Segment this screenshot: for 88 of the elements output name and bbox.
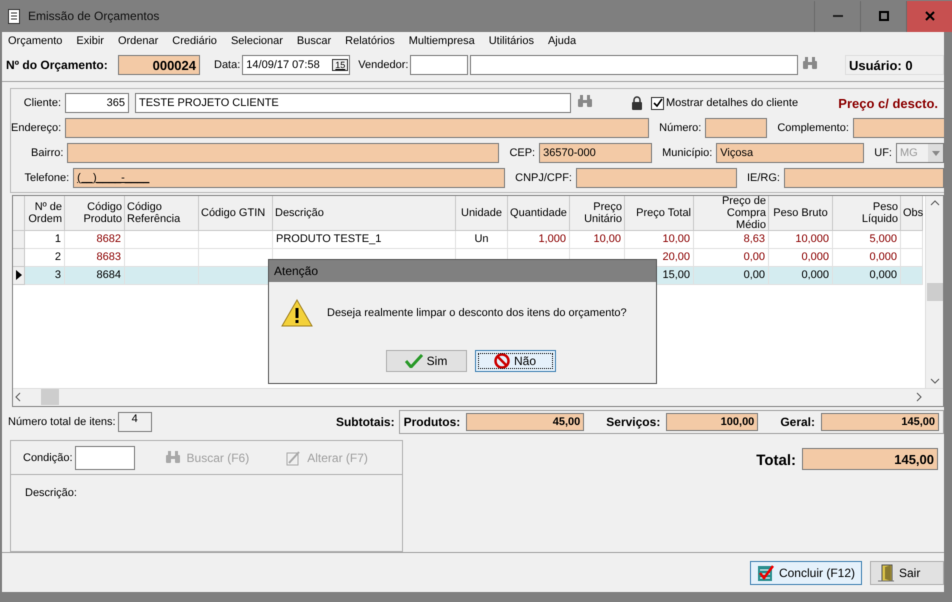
column-header[interactable]: Código Produto: [65, 196, 125, 231]
table-cell: 2: [25, 248, 65, 267]
price-mode-label: Preço c/ descto.: [838, 96, 939, 111]
table-cell: 0,000: [769, 266, 833, 285]
menu-item[interactable]: Ajuda: [548, 34, 576, 47]
column-header[interactable]: Peso Líquido: [833, 196, 901, 231]
client-label: Cliente:: [22, 97, 62, 110]
table-cell: 1: [25, 230, 65, 249]
column-header[interactable]: Unidade: [456, 196, 508, 231]
table-cell: 8682: [65, 230, 125, 249]
subtotal-field: 45,00: [466, 412, 584, 430]
column-header[interactable]: Peso Bruto: [769, 196, 833, 231]
menu-item[interactable]: Ordenar: [118, 34, 158, 47]
calendar-button[interactable]: 15: [332, 59, 348, 72]
column-header[interactable]: Código Referência: [125, 196, 199, 231]
field-label: IE/RG:: [746, 172, 781, 184]
subtotal-field: 100,00: [666, 412, 758, 430]
seller-label: Vendedor:: [358, 59, 410, 72]
menu-item[interactable]: Buscar: [296, 34, 332, 47]
date-field[interactable]: 14/09/17 07:58 15: [242, 55, 350, 76]
client-code-field[interactable]: 365: [65, 93, 129, 114]
subtotal-label: Serviços:: [606, 414, 660, 428]
order-number-field[interactable]: 000024: [118, 55, 200, 76]
column-header[interactable]: Preço Unitário: [570, 196, 625, 231]
field-label: UF:: [874, 147, 893, 160]
table-cell: 5,000: [833, 230, 901, 249]
menu-item[interactable]: Exibir: [76, 34, 104, 47]
table-cell: 0,000: [833, 266, 901, 285]
order-number-label: Nº do Orçamento:: [6, 58, 109, 72]
description-label: Descrição:: [25, 487, 78, 500]
field-label: Município:: [662, 147, 714, 160]
column-header[interactable]: Descrição: [273, 196, 456, 231]
table-cell: 8684: [65, 266, 125, 285]
confirm-button[interactable]: Concluir (F12): [750, 560, 862, 585]
total-field: 145,00: [802, 448, 938, 470]
menu-item[interactable]: Orçamento: [8, 34, 62, 47]
items-count-label: Número total de itens:: [8, 416, 117, 428]
table-cell: 10,000: [769, 230, 833, 249]
text-field[interactable]: (__)____-____: [73, 168, 506, 188]
field-label: Bairro:: [30, 147, 64, 160]
table-cell: 0,00: [694, 266, 769, 285]
field-label: CNPJ/CPF:: [515, 172, 573, 184]
table-cell: 10,00: [570, 230, 625, 249]
condition-label: Condição:: [23, 452, 74, 464]
column-header[interactable]: Quantidade: [508, 196, 570, 231]
user-field: Usuário: 0: [845, 55, 944, 76]
exit-button[interactable]: Sair: [870, 560, 944, 585]
menu-item[interactable]: Relatórios: [345, 34, 395, 47]
table-cell: PRODUTO TESTE_1: [273, 230, 456, 249]
table-cell: Un: [456, 230, 508, 249]
window-title: Emissão de Orçamentos: [28, 9, 160, 23]
subtotal-field: 145,00: [821, 412, 939, 430]
yes-button[interactable]: Sim: [386, 350, 466, 372]
date-label: Data:: [214, 59, 242, 72]
column-header[interactable]: Obs: [901, 196, 923, 231]
column-header[interactable]: Preço de Compra Médio: [694, 196, 769, 231]
dialog-message: Deseja realmente limpar o desconto dos itens do orçamento?: [327, 307, 627, 319]
subtotals-label: Subtotais:: [336, 414, 395, 428]
table-cell: 0,000: [769, 248, 833, 267]
menu-item[interactable]: Multiempresa: [408, 34, 475, 47]
menu-item[interactable]: Crediário: [172, 34, 217, 47]
field-label: Número:: [659, 122, 702, 134]
table-cell: 8683: [65, 248, 125, 267]
subtotal-label: Produtos:: [404, 414, 460, 428]
total-label: Total:: [756, 452, 796, 470]
menu-item[interactable]: Utilitários: [488, 34, 534, 47]
column-header[interactable]: Nº de Ordem: [25, 196, 65, 231]
field-label: Telefone:: [23, 172, 70, 184]
table-cell: 10,00: [625, 230, 694, 249]
menu-item[interactable]: Selecionar: [230, 34, 283, 47]
client-name-field[interactable]: TESTE PROJETO CLIENTE: [135, 93, 571, 114]
no-button[interactable]: Não: [474, 350, 556, 372]
table-cell: 0,000: [833, 248, 901, 267]
text-field[interactable]: 36570-000: [539, 143, 652, 164]
table-cell: 0,00: [694, 248, 769, 267]
table-cell: 3: [25, 266, 65, 285]
field-label: Endereço:: [11, 122, 62, 134]
subtotal-label: Geral:: [780, 414, 815, 428]
details-checkbox-label[interactable]: Mostrar detalhes do cliente: [666, 97, 800, 110]
text-field[interactable]: Viçosa: [716, 143, 864, 164]
column-header[interactable]: Preço Total: [625, 196, 694, 231]
dialog-title: Atenção: [269, 260, 656, 282]
field-label: CEP:: [509, 147, 536, 160]
table-cell: 8,63: [694, 230, 769, 249]
field-label: Complemento:: [777, 122, 850, 134]
table-cell: 1,000: [508, 230, 570, 249]
items-count-field: 4: [118, 412, 152, 432]
column-header[interactable]: Código GTIN: [199, 196, 273, 231]
